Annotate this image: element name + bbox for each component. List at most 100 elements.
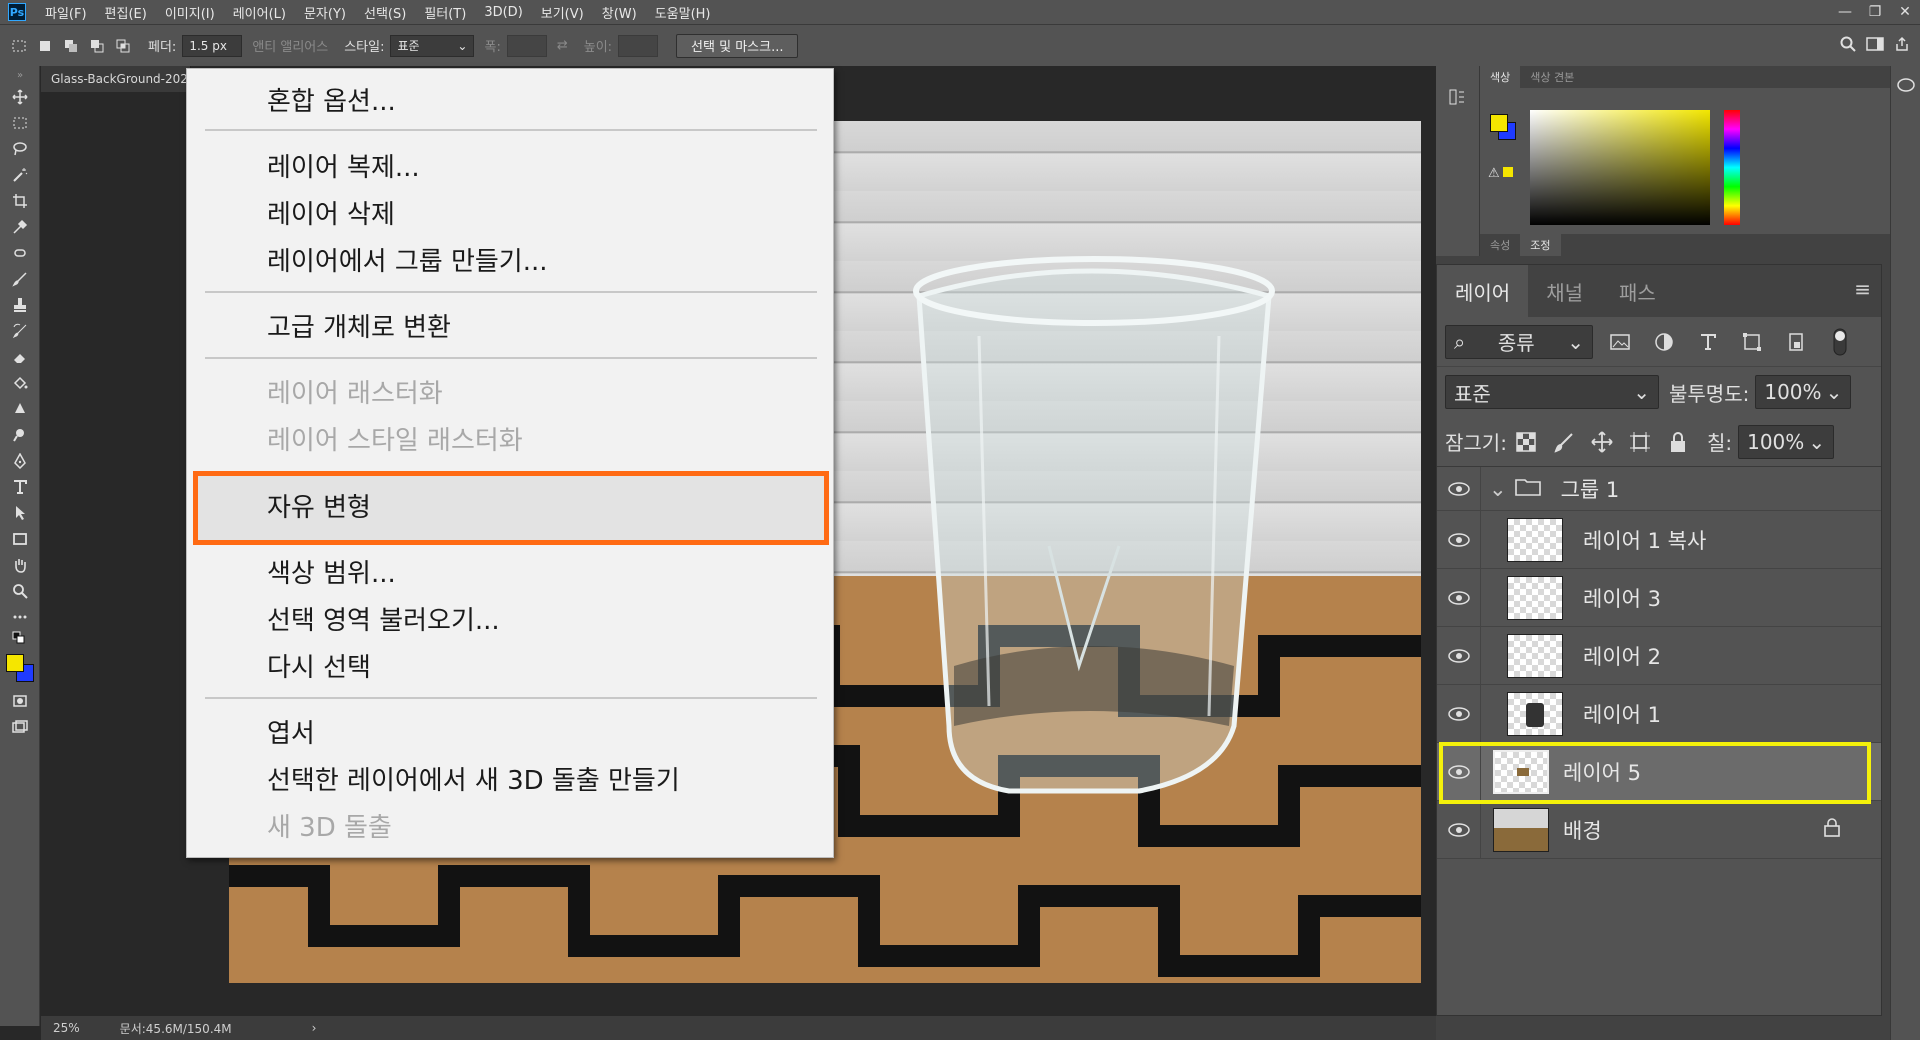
marquee-tool-icon[interactable] — [0, 110, 40, 136]
close-icon[interactable]: ✕ — [1890, 0, 1920, 24]
zoom-tool-icon[interactable] — [0, 578, 40, 604]
path-selection-tool-icon[interactable] — [0, 500, 40, 526]
filter-adjustment-icon[interactable] — [1647, 325, 1681, 359]
menu-help[interactable]: 도움말(H) — [646, 3, 720, 22]
menu-layer[interactable]: 레이어(L) — [224, 3, 295, 22]
panel-foreground-swatch[interactable] — [1490, 114, 1508, 132]
menu-blending-options[interactable]: 혼합 옵션... — [267, 81, 396, 118]
tab-channels[interactable]: 채널 — [1528, 265, 1601, 317]
tab-layers[interactable]: 레이어 — [1437, 265, 1529, 317]
lock-artboard-icon[interactable] — [1621, 425, 1659, 459]
type-tool-icon[interactable] — [0, 474, 40, 500]
menu-reselect[interactable]: 다시 선택 — [267, 647, 371, 684]
menu-delete-layer[interactable]: 레이어 삭제 — [267, 194, 395, 231]
magic-wand-tool-icon[interactable] — [0, 162, 40, 188]
chevron-right-icon[interactable]: › — [312, 1021, 317, 1035]
history-panel-icon[interactable] — [1448, 88, 1479, 110]
restore-icon[interactable]: ❐ — [1860, 0, 1890, 24]
menu-free-transform[interactable]: 자유 변형 — [267, 487, 371, 524]
zoom-level[interactable]: 25% — [53, 1021, 80, 1035]
layer-row[interactable]: 레이어 1 — [1437, 684, 1881, 743]
select-and-mask-button[interactable]: 선택 및 마스크... — [676, 33, 799, 58]
filter-shape-icon[interactable] — [1735, 325, 1769, 359]
move-tool-icon[interactable] — [0, 84, 40, 110]
feather-input[interactable]: 1.5 px — [182, 34, 243, 57]
paint-bucket-tool-icon[interactable] — [0, 370, 40, 396]
pen-tool-icon[interactable] — [0, 448, 40, 474]
lock-all-icon[interactable] — [1659, 425, 1697, 459]
menu-postcard[interactable]: 엽서 — [267, 713, 315, 750]
document-info[interactable]: 문서:45.6M/150.4M — [120, 1020, 232, 1037]
menu-duplicate-layer[interactable]: 레이어 복제... — [267, 147, 420, 184]
menu-select[interactable]: 선택(S) — [355, 3, 415, 22]
hand-tool-icon[interactable] — [0, 552, 40, 578]
filter-smart-object-icon[interactable] — [1779, 325, 1813, 359]
opacity-input[interactable]: 100% ⌄ — [1755, 375, 1852, 409]
menu-load-selection[interactable]: 선택 영역 불러오기... — [267, 600, 500, 637]
crop-tool-icon[interactable] — [0, 188, 40, 214]
panel-menu-icon[interactable]: ≡ — [1854, 277, 1871, 301]
menu-edit[interactable]: 편집(E) — [96, 3, 156, 22]
visibility-eye-icon[interactable] — [1437, 626, 1481, 685]
menu-color-range[interactable]: 색상 범위... — [267, 553, 396, 590]
workspace-icon[interactable] — [1866, 36, 1884, 56]
layer-row[interactable]: 레이어 2 — [1437, 626, 1881, 685]
chevron-down-icon[interactable]: ⌄ — [1489, 477, 1507, 501]
visibility-eye-icon[interactable] — [1437, 510, 1481, 569]
visibility-eye-icon[interactable] — [1437, 684, 1481, 743]
eraser-tool-icon[interactable] — [0, 344, 40, 370]
healing-brush-tool-icon[interactable] — [0, 240, 40, 266]
style-select[interactable]: 표준 ⌄ — [390, 34, 475, 57]
tab-color[interactable]: 색상 — [1480, 66, 1521, 88]
new-selection-icon[interactable] — [34, 35, 56, 57]
blend-mode-select[interactable]: 표준 ⌄ — [1445, 375, 1659, 409]
lock-pixels-icon[interactable] — [1545, 425, 1583, 459]
lock-icon[interactable] — [1823, 817, 1841, 842]
eyedropper-tool-icon[interactable] — [0, 214, 40, 240]
menu-new-3d-extrusion-from-layer[interactable]: 선택한 레이어에서 새 3D 돌출 만들기 — [267, 760, 680, 797]
layer-filter-select[interactable]: ⌕ 종류 ⌄ — [1445, 324, 1593, 359]
blur-tool-icon[interactable] — [0, 396, 40, 422]
tab-swatches[interactable]: 색상 견본 — [1520, 66, 1584, 88]
tab-properties[interactable]: 속성 — [1480, 234, 1520, 256]
brush-tool-icon[interactable] — [0, 266, 40, 292]
tab-adjustments[interactable]: 조정 — [1520, 234, 1561, 256]
libraries-icon[interactable] — [1896, 76, 1920, 98]
history-brush-tool-icon[interactable] — [0, 318, 40, 344]
screen-mode-icon[interactable] — [0, 714, 40, 740]
lock-position-icon[interactable] — [1583, 425, 1621, 459]
quick-mask-icon[interactable] — [0, 688, 40, 714]
visibility-eye-icon[interactable] — [1437, 466, 1481, 511]
collapse-icon[interactable]: » — [0, 66, 40, 84]
minimize-icon[interactable]: — — [1830, 0, 1860, 24]
layer-row[interactable]: 레이어 3 — [1437, 568, 1881, 627]
color-swatches[interactable] — [0, 648, 40, 688]
antialias-checkbox-label[interactable]: 앤티 앨리어스 — [252, 36, 328, 55]
menu-window[interactable]: 창(W) — [593, 3, 646, 22]
visibility-eye-icon[interactable] — [1437, 800, 1481, 859]
color-field[interactable] — [1530, 110, 1710, 225]
filter-toggle-icon[interactable] — [1823, 325, 1857, 359]
dodge-tool-icon[interactable] — [0, 422, 40, 448]
menu-image[interactable]: 이미지(I) — [156, 3, 224, 22]
menu-filter[interactable]: 필터(T) — [415, 3, 475, 22]
marquee-preset-icon[interactable] — [8, 35, 30, 57]
chevron-down-icon[interactable]: ⌄ — [1808, 430, 1825, 454]
menu-group-from-layers[interactable]: 레이어에서 그룹 만들기... — [267, 241, 548, 278]
filter-pixel-icon[interactable] — [1603, 325, 1637, 359]
menu-convert-smart-object[interactable]: 고급 개체로 변환 — [267, 307, 451, 344]
menu-type[interactable]: 문자(Y) — [295, 3, 355, 22]
swap-icon[interactable]: ⇄ — [557, 38, 568, 53]
filter-type-icon[interactable] — [1691, 325, 1725, 359]
foreground-color-swatch[interactable] — [6, 654, 24, 672]
visibility-eye-icon[interactable] — [1437, 568, 1481, 627]
search-icon[interactable] — [1840, 36, 1856, 56]
tab-paths[interactable]: 패스 — [1601, 265, 1674, 317]
height-input[interactable] — [618, 34, 659, 57]
chevron-down-icon[interactable]: ⌄ — [1826, 380, 1843, 404]
subtract-selection-icon[interactable] — [86, 35, 108, 57]
rectangle-tool-icon[interactable] — [0, 526, 40, 552]
document-tab[interactable]: Glass-BackGround-20260 — [41, 66, 191, 92]
layer-row[interactable]: 레이어 1 복사 — [1437, 510, 1881, 569]
add-selection-icon[interactable] — [60, 35, 82, 57]
